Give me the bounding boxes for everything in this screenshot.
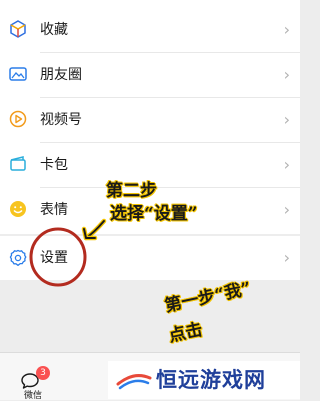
favorites-cube-icon <box>8 19 28 39</box>
menu-item-settings[interactable]: 设置 › <box>0 236 300 280</box>
menu-item-label: 朋友圈 <box>40 67 82 83</box>
tab-chats-label[interactable]: 微信 <box>24 392 42 401</box>
menu-item-moments[interactable]: 朋友圈 › <box>0 53 300 97</box>
watermark-text: 恒远游戏网 <box>156 368 266 392</box>
menu-item-label: 卡包 <box>40 157 68 173</box>
gear-icon <box>8 248 28 268</box>
card-wallet-icon <box>8 154 28 174</box>
step-one-text: 第一步“我” <box>163 278 253 317</box>
moments-picture-icon <box>8 64 28 84</box>
menu-item-label: 设置 <box>40 250 68 266</box>
chevron-right-icon: › <box>283 20 290 39</box>
sticker-smile-icon <box>8 199 28 219</box>
channels-play-icon <box>8 109 28 129</box>
step-two-text: 第二步 <box>106 181 157 201</box>
step-one-instruction: 点击 <box>167 319 205 347</box>
chevron-right-icon: › <box>283 200 290 219</box>
chevron-right-icon: › <box>283 155 290 174</box>
top-strip <box>0 0 300 8</box>
menu-item-label: 表情 <box>40 202 68 218</box>
step-two-instruction: 选择“设置” <box>110 204 198 224</box>
menu-item-channels[interactable]: 视频号 › <box>0 98 300 142</box>
menu-item-favorites[interactable]: 收藏 › <box>0 8 300 52</box>
chevron-right-icon: › <box>283 65 290 84</box>
watermark: 恒远游戏网 <box>108 361 300 399</box>
watermark-logo-icon <box>116 369 152 395</box>
unread-badge: 3 <box>36 366 50 380</box>
chevron-right-icon: › <box>283 248 290 267</box>
menu-item-label: 收藏 <box>40 22 68 38</box>
chevron-right-icon: › <box>283 110 290 129</box>
menu-item-label: 视频号 <box>40 112 82 128</box>
